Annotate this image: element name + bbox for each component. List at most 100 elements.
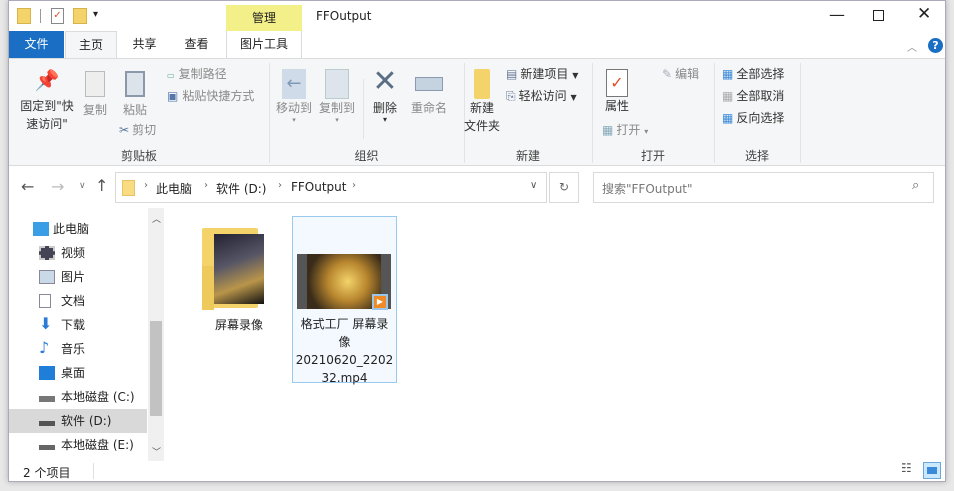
easy-access-button[interactable]: ⎘ 轻松访问 ▼ [506, 87, 577, 107]
divider [93, 463, 94, 479]
new-folder-button[interactable]: 新建 文件夹 [461, 69, 503, 135]
nav-item-videos[interactable]: 视频 [9, 241, 147, 265]
tab-view[interactable]: 查看 [174, 31, 219, 58]
maximize-button[interactable] [873, 10, 884, 21]
up-button[interactable]: ↑ [95, 176, 108, 195]
pin-label-1: 固定到"快 [20, 99, 74, 113]
properties-check-icon[interactable]: ✓ [51, 8, 64, 24]
copy-to-button[interactable]: 复制到 ▾ [316, 69, 358, 124]
edit-button[interactable]: ✎ 编辑 [662, 65, 699, 83]
scroll-up-icon[interactable]: ︿ [152, 212, 161, 225]
file-item-selected[interactable]: ▶ 格式工厂 屏幕录 像 20210620_2202 32.mp4 [292, 216, 397, 385]
tab-home[interactable]: 主页 [65, 31, 117, 59]
nav-item-downloads[interactable]: ⬇ 下载 [9, 313, 147, 337]
nav-scrollbar[interactable]: ︿ ﹀ [148, 208, 164, 461]
address-dropdown-button[interactable]: ∨ [530, 180, 537, 191]
context-tab-manage[interactable]: 管理 [226, 5, 302, 31]
folder-icon[interactable] [17, 8, 31, 24]
address-bar[interactable]: › 此电脑 › 软件 (D:) › FFOutput › ∨ [115, 172, 547, 203]
close-button[interactable]: ✕ [917, 4, 931, 24]
scroll-down-icon[interactable]: ﹀ [152, 445, 161, 458]
file-name-line: 20210620_2202 [295, 353, 394, 367]
pictures-icon [39, 270, 55, 284]
nav-item-drive-c[interactable]: 本地磁盘 (C:) [9, 385, 147, 409]
scissors-icon: ✂ [119, 123, 130, 137]
help-icon[interactable]: ? [928, 38, 943, 53]
move-to-button[interactable]: ← 移动到 ▾ [273, 69, 315, 124]
paste-button[interactable]: 粘贴 [119, 71, 151, 119]
nav-item-music[interactable]: ♪ 音乐 [9, 337, 147, 361]
drive-icon [39, 445, 55, 450]
new-folder-icon[interactable] [73, 8, 87, 24]
nav-label: 图片 [61, 270, 86, 284]
nav-label: 音乐 [61, 342, 86, 356]
pin-label-2: 速访问" [26, 117, 68, 131]
download-arrow-icon: ⬇ [39, 314, 53, 333]
breadcrumb-this-pc[interactable]: 此电脑 [156, 180, 192, 197]
scrollbar-thumb[interactable] [150, 321, 162, 416]
move-to-icon: ← [282, 69, 306, 99]
video-icon [39, 246, 55, 260]
large-icons-view-button[interactable] [923, 462, 941, 479]
group-open-label: 打开 [640, 149, 665, 163]
cut-button[interactable]: ✂ 剪切 [119, 121, 156, 139]
select-none-label: 全部取消 [736, 89, 785, 103]
tab-picture-tools[interactable]: 图片工具 [226, 31, 302, 58]
nav-item-drive-d[interactable]: 软件 (D:) [9, 409, 147, 433]
new-item-button[interactable]: ▤ 新建项目 ▼ [506, 65, 578, 85]
nav-item-drive-e[interactable]: 本地磁盘 (E:) [9, 433, 147, 457]
collapse-ribbon-icon[interactable]: ︿ [907, 39, 917, 54]
details-view-button[interactable]: ☷ [901, 461, 912, 475]
nav-item-pictures[interactable]: 图片 [9, 265, 147, 289]
move-to-label: 移动到 [275, 101, 312, 115]
minimize-button[interactable]: — [829, 5, 845, 24]
copy-to-label: 复制到 [318, 101, 355, 115]
file-name: 格式工厂 屏幕录 像 20210620_2202 32.mp4 [293, 315, 396, 387]
invert-selection-button[interactable]: ▦ 反向选择 [722, 109, 784, 127]
open-label: 打开 [616, 123, 641, 137]
select-none-icon: ▦ [722, 89, 734, 103]
nav-label: 视频 [61, 246, 86, 260]
chevron-down-icon: ▼ [570, 93, 577, 102]
copy-button[interactable]: 复制 [79, 71, 111, 119]
tab-share[interactable]: 共享 [122, 31, 167, 58]
back-button[interactable]: ← [21, 177, 34, 196]
open-button[interactable]: ▦ 打开 ▾ [602, 121, 648, 141]
nav-item-this-pc[interactable]: 此电脑 [9, 217, 147, 241]
search-input[interactable]: 搜索"FFOutput" [602, 180, 693, 197]
refresh-button[interactable]: ↻ [549, 172, 579, 203]
divider [800, 63, 801, 163]
forward-button[interactable]: → [51, 177, 64, 196]
delete-button[interactable]: ✕ 删除 ▾ [367, 65, 403, 124]
pin-quick-access-button[interactable]: 📌 固定到"快 速访问" [13, 70, 81, 133]
properties-button[interactable]: ✓ 属性 [599, 69, 635, 115]
new-folder-icon [474, 69, 490, 99]
rename-label: 重命名 [410, 101, 447, 115]
rename-button[interactable]: 重命名 [407, 69, 451, 117]
group-select-label: 选择 [744, 149, 769, 163]
paste-shortcut-button[interactable]: ▣ 粘贴快捷方式 [167, 87, 254, 105]
nav-label: 桌面 [61, 366, 86, 380]
folder-icon [122, 180, 135, 196]
explorer-window: ✓ ▾ 管理 FFOutput — ✕ 文件 主页 共享 查看 图片工具 ︿ ?… [8, 0, 946, 482]
tab-file[interactable]: 文件 [9, 31, 64, 58]
open-icon: ▦ [602, 123, 614, 137]
copy-icon [85, 71, 105, 97]
search-box[interactable]: 搜索"FFOutput" ⌕ [593, 172, 934, 203]
nav-item-desktop[interactable]: 桌面 [9, 361, 147, 385]
folder-item[interactable]: 屏幕录像 [199, 226, 279, 336]
select-none-button[interactable]: ▦ 全部取消 [722, 87, 784, 105]
nav-item-documents[interactable]: 文档 [9, 289, 147, 313]
properties-icon: ✓ [606, 69, 628, 97]
breadcrumb-ffoutput[interactable]: FFOutput [291, 180, 347, 194]
new-folder-label-1: 新建 [469, 101, 494, 115]
select-all-button[interactable]: ▦ 全部选择 [722, 65, 784, 83]
edit-icon: ✎ [662, 67, 673, 81]
recent-locations-button[interactable]: ∨ [79, 181, 86, 191]
qat-dropdown-icon[interactable]: ▾ [93, 9, 98, 20]
nav-label: 本地磁盘 (C:) [61, 390, 135, 404]
divider [363, 79, 364, 139]
copy-path-button[interactable]: ▭ 复制路径 [167, 65, 227, 85]
drive-icon [39, 421, 55, 426]
breadcrumb-drive-d[interactable]: 软件 (D:) [216, 180, 266, 197]
